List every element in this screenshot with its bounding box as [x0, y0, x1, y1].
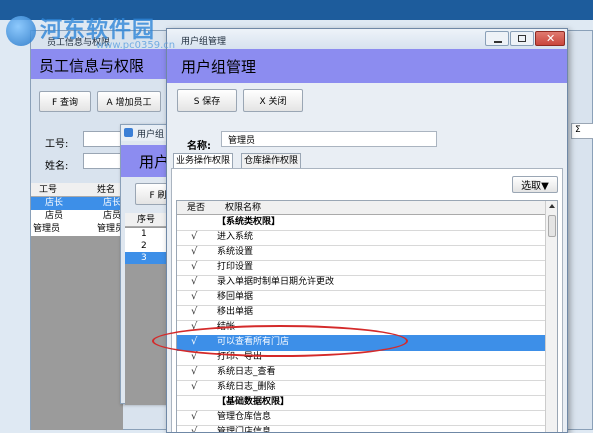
col-staff-name: 姓名: [97, 185, 116, 195]
staff-name-input[interactable]: [83, 153, 121, 169]
user-group-manage-dialog: 用户组管理 ✕ 用户组管理 S 保存 X 关闭 名称: 管理员 业务操作权限 仓…: [166, 28, 568, 433]
mid-window-title: 用户组: [137, 130, 165, 140]
list-item[interactable]: 【基础数据权限】: [177, 395, 545, 411]
permission-panel: 选取▼ 是否 权限名称 【系统类权限】 √ 进入系统 √ 系统设置 √ 打印设置…: [171, 168, 563, 433]
list-item[interactable]: 【系统类权限】: [177, 215, 545, 231]
tab-business-permissions[interactable]: 业务操作权限: [173, 153, 234, 169]
row-name: 移出单据: [217, 307, 254, 317]
staff-id-label: 工号:: [45, 139, 69, 150]
group-name-label: 名称:: [187, 141, 211, 152]
table-row[interactable]: 管理员 管理员: [31, 223, 123, 236]
permission-tabs: 业务操作权限 仓库操作权限: [173, 153, 565, 169]
select-dropdown-button[interactable]: 选取▼: [512, 176, 558, 193]
row-name: 系统日志_查看: [217, 367, 276, 377]
highlight-ellipse: [152, 325, 408, 357]
dialog-heading: 用户组管理: [181, 58, 257, 76]
list-item[interactable]: √ 系统日志_删除: [177, 380, 545, 396]
add-staff-button[interactable]: A 增加员工: [97, 91, 161, 112]
save-button[interactable]: S 保存: [177, 89, 237, 112]
row-check[interactable]: √: [191, 410, 197, 424]
group-name-value: 管理员: [228, 136, 256, 146]
row-name: 打印设置: [217, 262, 254, 272]
mid-window-heading: 用户: [139, 153, 170, 171]
row-check[interactable]: √: [191, 305, 197, 319]
list-item[interactable]: √ 录入单据时制单日期允许更改: [177, 275, 545, 291]
scroll-up-icon[interactable]: [549, 204, 555, 208]
row-name: 进入系统: [217, 232, 254, 242]
minimize-icon: [494, 41, 502, 43]
row-check[interactable]: √: [191, 260, 197, 274]
group-no-cell: 3: [141, 253, 147, 263]
close-button[interactable]: ✕: [535, 31, 565, 46]
staff-right-input[interactable]: Σ: [571, 123, 593, 139]
right-input-glyph: Σ: [575, 125, 581, 135]
row-check[interactable]: √: [191, 245, 197, 259]
row-name: 管理仓库信息: [217, 412, 272, 422]
tab-warehouse-permissions[interactable]: 仓库操作权限: [241, 153, 302, 169]
grid-header: 是否 权限名称: [177, 201, 545, 215]
list-item[interactable]: √ 进入系统: [177, 230, 545, 246]
list-item[interactable]: √ 系统日志_查看: [177, 365, 545, 381]
col-staff-id: 工号: [39, 185, 58, 195]
maximize-button[interactable]: [510, 31, 534, 46]
vertical-scrollbar[interactable]: [545, 201, 557, 432]
close-icon: ✕: [546, 32, 556, 45]
row-check[interactable]: √: [191, 380, 197, 394]
staff-window-heading: 员工信息与权限: [39, 57, 145, 75]
permission-grid: 是否 权限名称 【系统类权限】 √ 进入系统 √ 系统设置 √ 打印设置 √ 录…: [176, 200, 558, 433]
row-check[interactable]: √: [191, 290, 197, 304]
row-check[interactable]: √: [191, 230, 197, 244]
staff-window-header: 员工信息与权限: [31, 49, 171, 79]
watermark-url: www.pc0359.cn: [96, 40, 176, 51]
row-check[interactable]: √: [191, 365, 197, 379]
list-item[interactable]: √ 管理门店信息: [177, 425, 545, 433]
staff-id-cell: 管理员: [33, 224, 61, 234]
staff-id-cell: 店长: [45, 198, 64, 208]
staff-name-label: 姓名:: [45, 161, 69, 172]
staff-table-header: 工号 姓名: [31, 183, 123, 197]
app-icon: [124, 128, 133, 137]
staff-id-input[interactable]: [83, 131, 121, 147]
row-check[interactable]: √: [191, 425, 197, 432]
close-dialog-button[interactable]: X 关闭: [243, 89, 303, 112]
list-item[interactable]: √ 管理仓库信息: [177, 410, 545, 426]
row-name: 移回单据: [217, 292, 254, 302]
col-permission-name: 权限名称: [225, 203, 262, 213]
staff-table: 工号 姓名 店长 店长 店员 店员 管理员 管理员: [31, 183, 123, 430]
staff-id-cell: 店员: [45, 211, 64, 221]
list-item[interactable]: √ 打印设置: [177, 260, 545, 276]
minimize-button[interactable]: [485, 31, 509, 46]
watermark: 河东软件园 www.pc0359.cn: [0, 6, 240, 52]
row-name: 系统日志_删除: [217, 382, 276, 392]
scroll-thumb[interactable]: [548, 215, 556, 237]
row-name: 系统设置: [217, 247, 254, 257]
list-item[interactable]: √ 系统设置: [177, 245, 545, 261]
row-name: 录入单据时制单日期允许更改: [217, 277, 335, 287]
col-group-no: 序号: [137, 215, 156, 225]
maximize-icon: [518, 35, 526, 42]
row-name: 【系统类权限】: [217, 217, 281, 227]
list-item[interactable]: √ 移出单据: [177, 305, 545, 321]
watermark-logo-icon: [6, 16, 36, 46]
list-item[interactable]: √ 移回单据: [177, 290, 545, 306]
query-button[interactable]: F 查询: [39, 91, 91, 112]
dialog-header: 用户组管理: [167, 49, 567, 83]
group-name-input[interactable]: 管理员: [221, 131, 437, 147]
col-enabled: 是否: [187, 203, 206, 213]
row-check[interactable]: √: [191, 275, 197, 289]
grid-body: 【系统类权限】 √ 进入系统 √ 系统设置 √ 打印设置 √ 录入单据时制单日期…: [177, 215, 545, 433]
row-name: 管理门店信息: [217, 427, 272, 433]
row-name: 【基础数据权限】: [217, 397, 290, 407]
